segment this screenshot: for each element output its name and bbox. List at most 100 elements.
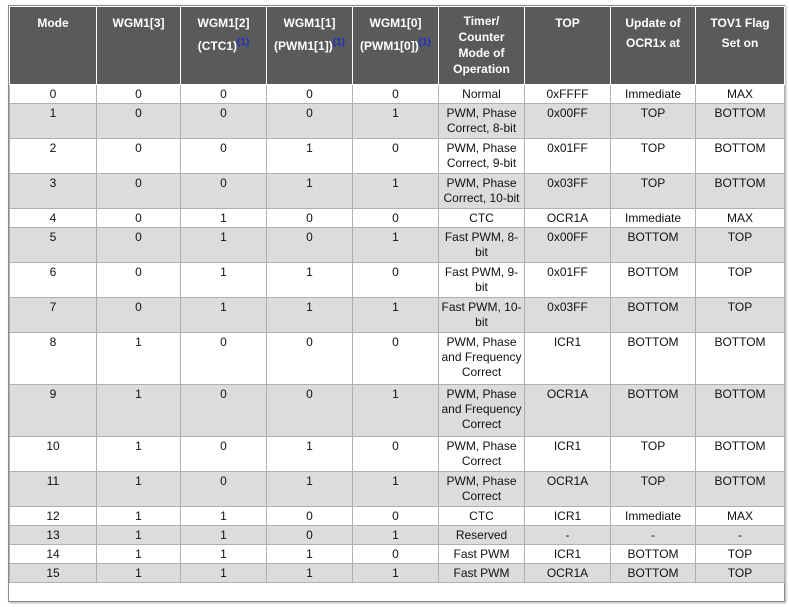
- operation-mode-line: Reserved: [455, 528, 508, 542]
- cell-operation-mode: Fast PWM, 8- bit: [438, 227, 525, 263]
- footnote-1-link[interactable]: (1): [333, 37, 345, 48]
- cell-mode: 7: [9, 297, 97, 333]
- cell-operation-mode: PWM, Phase and Frequency Correct: [438, 332, 525, 385]
- cell-update-ocr: BOTTOM: [610, 297, 696, 333]
- table-row: 3 0 0 1 1 PWM, Phase Correct, 10-bit 0x03FF TOP B…: [9, 173, 785, 209]
- table-row: 6 0 1 1 0 Fast PWM, 9- bit 0x01FF BOTTOM TOP: [9, 262, 785, 298]
- cell-update-ocr: BOTTOM: [610, 262, 696, 298]
- cell-update-ocr: BOTTOM: [610, 332, 696, 385]
- cell-operation-mode: PWM, Phase Correct: [438, 471, 525, 507]
- operation-mode-line: PWM, Phase: [446, 474, 517, 488]
- cell-wgm13: 0: [96, 173, 181, 209]
- operation-mode-line: PWM, Phase: [446, 176, 517, 190]
- header-wgm12-line1: WGM1[2]: [197, 16, 250, 30]
- cell-top: 0x00FF: [524, 103, 611, 139]
- operation-mode-line: Fast PWM, 10-: [441, 300, 522, 314]
- cell-tov1-flag: BOTTOM: [695, 332, 785, 385]
- cell-wgm12: 1: [180, 208, 267, 228]
- header-wgm12: WGM1[2] (CTC1)(1): [180, 6, 267, 85]
- cell-wgm10: 1: [352, 563, 439, 583]
- cell-operation-mode: Fast PWM, 9- bit: [438, 262, 525, 298]
- operation-mode-line: PWM, Phase: [446, 439, 517, 453]
- cell-update-ocr: TOP: [610, 436, 696, 472]
- cell-wgm10: 0: [352, 544, 439, 564]
- footnote-1-link[interactable]: (1): [419, 37, 431, 48]
- cell-update-ocr: TOP: [610, 173, 696, 209]
- table-row: 9 1 0 0 1 PWM, Phase and Frequency Correct OCR1A…: [9, 384, 785, 437]
- cell-mode: 5: [9, 227, 97, 263]
- cell-update-ocr: TOP: [610, 471, 696, 507]
- cell-wgm10: 1: [352, 384, 439, 437]
- cell-update-ocr: TOP: [610, 103, 696, 139]
- table-row: 7 0 1 1 1 Fast PWM, 10- bit 0x03FF BOTTOM TOP: [9, 297, 785, 333]
- waveform-generation-mode-table: Mode WGM1[3] WGM1[2] (CTC1)(1) WGM1[1] (…: [9, 6, 785, 583]
- cell-operation-mode: Normal: [438, 84, 525, 104]
- cell-tov1-flag: MAX: [695, 506, 785, 526]
- operation-mode-line: Fast PWM, 9-: [444, 265, 519, 279]
- cell-wgm11: 1: [266, 471, 353, 507]
- cell-wgm13: 1: [96, 436, 181, 472]
- header-operation-mode: Timer/ Counter Mode of Operation: [438, 6, 525, 85]
- cell-mode: 1: [9, 103, 97, 139]
- cell-top: -: [524, 525, 611, 545]
- cell-wgm11: 1: [266, 436, 353, 472]
- header-update-ocr: Update of OCR1x at: [610, 6, 696, 85]
- operation-mode-line: PWM, Phase: [446, 335, 517, 349]
- operation-mode-line: bit: [475, 315, 488, 329]
- cell-tov1-flag: BOTTOM: [695, 384, 785, 437]
- cell-top: 0x01FF: [524, 138, 611, 174]
- cell-wgm10: 0: [352, 208, 439, 228]
- cell-operation-mode: PWM, Phase Correct, 9-bit: [438, 138, 525, 174]
- cell-operation-mode: PWM, Phase Correct: [438, 436, 525, 472]
- cell-operation-mode: CTC: [438, 506, 525, 526]
- cell-mode: 13: [9, 525, 97, 545]
- table-row: 10 1 0 1 0 PWM, Phase Correct ICR1 TOP BOTTOM: [9, 436, 785, 472]
- cell-tov1-flag: MAX: [695, 208, 785, 228]
- cell-wgm10: 0: [352, 262, 439, 298]
- cell-update-ocr: Immediate: [610, 208, 696, 228]
- cell-wgm11: 0: [266, 103, 353, 139]
- cell-top: 0x00FF: [524, 227, 611, 263]
- header-op-line3: Mode of: [458, 46, 505, 60]
- cell-wgm10: 1: [352, 173, 439, 209]
- cell-wgm13: 0: [96, 208, 181, 228]
- header-op-line2: Counter: [458, 30, 505, 44]
- header-row: Mode WGM1[3] WGM1[2] (CTC1)(1) WGM1[1] (…: [9, 6, 785, 85]
- cell-wgm11: 0: [266, 208, 353, 228]
- cell-operation-mode: Fast PWM: [438, 544, 525, 564]
- cell-wgm12: 1: [180, 525, 267, 545]
- header-mode: Mode: [9, 6, 97, 85]
- cell-wgm10: 0: [352, 506, 439, 526]
- table-body: 0 0 0 0 0 Normal 0xFFFF Immediate MAX 1 0 0 0 1 PWM, P…: [9, 84, 785, 583]
- cell-top: ICR1: [524, 436, 611, 472]
- cell-top: 0xFFFF: [524, 84, 611, 104]
- cell-wgm12: 1: [180, 262, 267, 298]
- cell-tov1-flag: TOP: [695, 297, 785, 333]
- cell-wgm11: 0: [266, 84, 353, 104]
- cell-tov1-flag: BOTTOM: [695, 436, 785, 472]
- cell-update-ocr: Immediate: [610, 506, 696, 526]
- cell-wgm12: 0: [180, 471, 267, 507]
- header-update-line2: OCR1x at: [625, 36, 681, 50]
- table-row: 12 1 1 0 0 CTC ICR1 Immediate MAX: [9, 506, 785, 526]
- cell-tov1-flag: BOTTOM: [695, 471, 785, 507]
- cell-mode: 2: [9, 138, 97, 174]
- cell-top: 0x03FF: [524, 173, 611, 209]
- operation-mode-line: and Frequency: [441, 350, 522, 364]
- cell-wgm12: 1: [180, 227, 267, 263]
- cell-update-ocr: BOTTOM: [610, 563, 696, 583]
- operation-mode-line: Correct: [461, 365, 502, 379]
- header-op-line4: Operation: [453, 62, 510, 76]
- table-row: 2 0 0 1 0 PWM, Phase Correct, 9-bit 0x01FF TOP BO…: [9, 138, 785, 174]
- cell-mode: 10: [9, 436, 97, 472]
- cell-operation-mode: PWM, Phase Correct, 10-bit: [438, 173, 525, 209]
- cell-operation-mode: Reserved: [438, 525, 525, 545]
- header-tov-line1: TOV1 Flag: [710, 16, 770, 30]
- cell-tov1-flag: TOP: [695, 262, 785, 298]
- cell-wgm12: 0: [180, 332, 267, 385]
- header-wgm11-line1: WGM1[1]: [283, 16, 336, 30]
- cell-operation-mode: Fast PWM, 10- bit: [438, 297, 525, 333]
- footnote-1-link[interactable]: (1): [237, 37, 249, 48]
- cell-wgm12: 0: [180, 84, 267, 104]
- cell-top: OCR1A: [524, 208, 611, 228]
